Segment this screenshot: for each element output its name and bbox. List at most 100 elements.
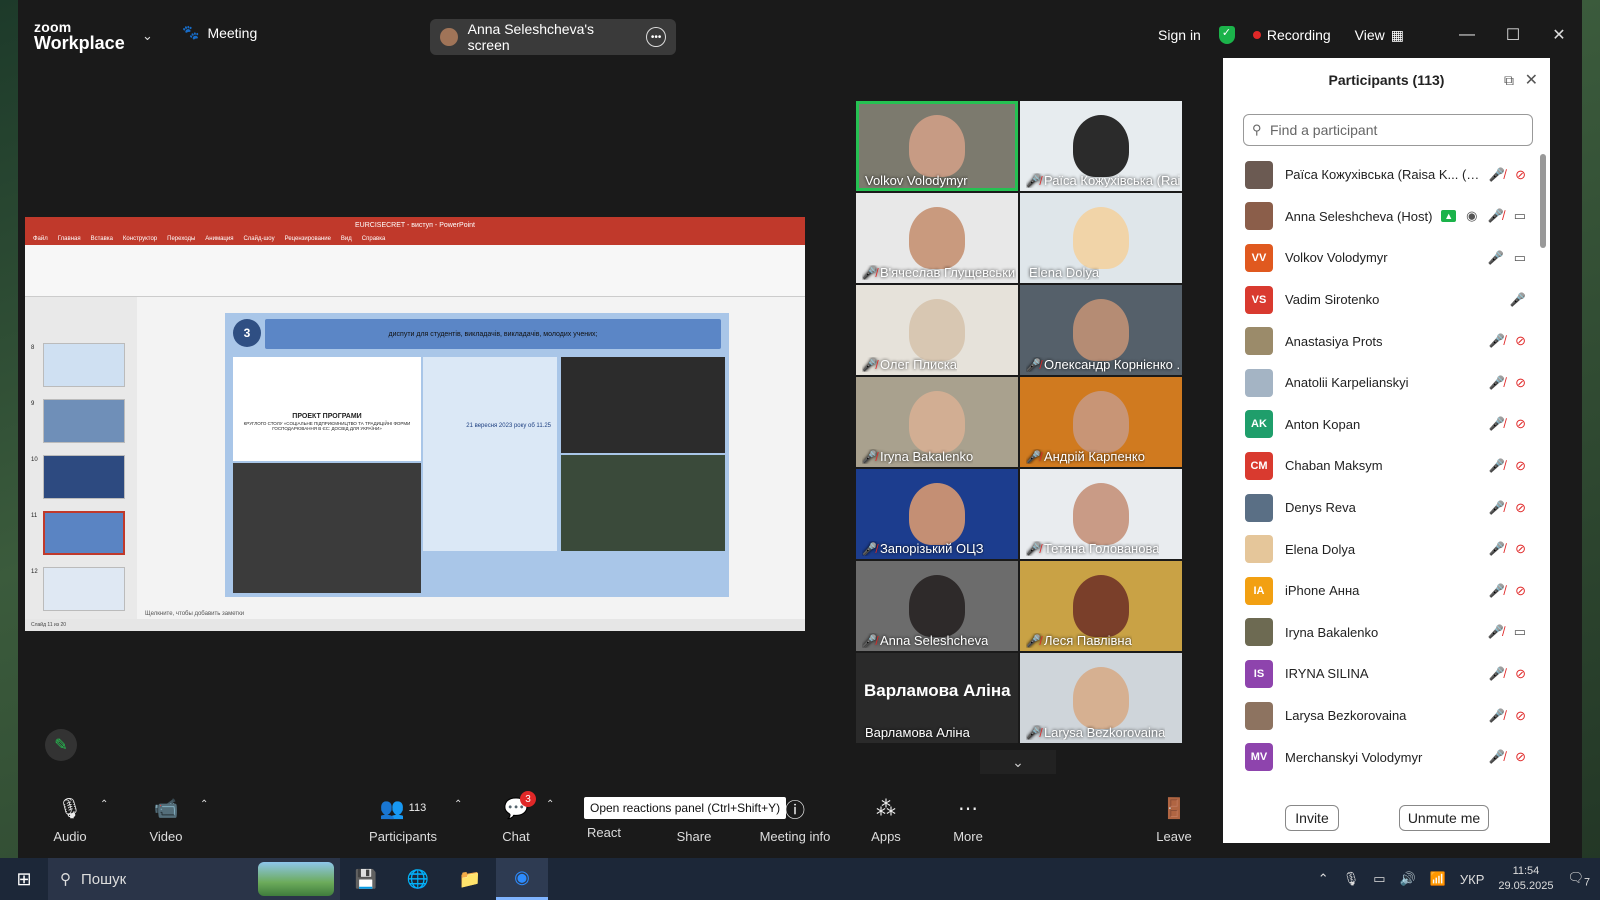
battery-icon[interactable]: ▭ [1373,871,1385,887]
video-tile[interactable]: 🎤̸ Раїса Кожухівська (Rai... [1020,101,1182,191]
participant-row[interactable]: Anna Seleshcheva (Host) ▲ ◉ 🎤̸ ▭ [1223,196,1550,238]
video-tile[interactable]: 🎤̸ Андрій Карпенко [1020,377,1182,467]
unmute-me-button[interactable]: Unmute me [1399,805,1489,831]
participant-row[interactable]: VV Volkov Volodymyr 🎤 ▭ [1223,237,1550,279]
video-tile[interactable]: 🎤̸ Запорізький ОЦЗ [856,469,1018,559]
participant-list[interactable]: Раїса Кожухівська (Raisa K... (Me) 🎤̸ ⊘ Ann… [1223,154,1550,786]
participant-row[interactable]: Larysa Bezkorovaina 🎤̸ ⊘ [1223,695,1550,737]
camera-off-icon: ⊘ [1515,374,1526,390]
maximize-icon[interactable]: ☐ [1490,25,1536,45]
chevron-down-icon[interactable]: ⌄ [980,750,1056,774]
participant-row[interactable]: Раїса Кожухівська (Raisa K... (Me) 🎤̸ ⊘ [1223,154,1550,196]
invite-button[interactable]: Invite [1285,805,1339,831]
participant-row[interactable]: Anatolii Karpelianskyi 🎤̸ ⊘ [1223,362,1550,404]
more-icon[interactable]: ••• [646,27,666,47]
shield-icon[interactable] [1218,26,1235,44]
wifi-icon[interactable]: 📶 [1430,871,1446,887]
mic-muted-icon: 🎤̸ [1488,166,1506,182]
shared-screen[interactable]: EURCISECRET - виступ - PowerPoint Файл Г… [25,217,805,631]
participant-status-icons: 🎤 [1510,292,1526,308]
participant-row[interactable]: MV Merchanskyi Volodymyr 🎤̸ ⊘ [1223,736,1550,778]
mic-icon: 🎤 [1509,291,1526,307]
clock[interactable]: 11:54 29.05.2025 [1498,864,1553,894]
notifications-icon[interactable]: 🗨7 [1567,870,1590,889]
pop-out-icon[interactable]: ⧉ [1504,72,1514,89]
participant-row[interactable]: IS IRYNA SILINA 🎤̸ ⊘ [1223,653,1550,695]
avatar [1245,618,1273,647]
recording-indicator[interactable]: Recording [1252,27,1331,43]
floppy-app-icon[interactable]: 💾 [340,858,392,900]
participant-name: Larysa Bezkorovaina [1285,708,1407,724]
avatar: IA [1245,576,1273,605]
language-indicator[interactable]: УКР [1460,872,1485,887]
tile-name: Андрій Карпенко [1043,449,1145,464]
video-tile[interactable]: Варламова Аліна Варламова Аліна [856,653,1018,743]
chat-button[interactable]: 💬 3 Chat [476,791,556,844]
chevron-up-icon[interactable]: ⌃ [454,799,462,810]
participants-panel: Participants (113) ⧉ ✕ ⚲ Find a particip… [1223,58,1550,843]
chevron-up-icon[interactable]: ⌃ [546,799,554,810]
ppt-tab: Справка [361,236,386,242]
apps-button[interactable]: ⁂ Apps [846,795,926,845]
more-button[interactable]: ⋯ More [928,795,1008,845]
zoom-app-icon[interactable]: ◉ [496,858,548,900]
participant-row[interactable]: Denys Reva 🎤̸ ⊘ [1223,487,1550,529]
video-tile[interactable]: 🎤̸ Леся Павлівна [1020,561,1182,651]
participant-status-icons: 🎤̸ ⊘ [1489,666,1526,682]
participants-button[interactable]: 👥 113 Participants [362,795,444,845]
sign-in-button[interactable]: Sign in [1158,27,1201,43]
volume-icon[interactable]: 🔊 [1400,871,1416,887]
tile-name: Леся Павлівна [1043,633,1132,648]
participant-row[interactable]: Iryna Bakalenko 🎤̸ ▭ [1223,612,1550,654]
close-icon[interactable]: ✕ [1536,25,1582,45]
leave-button[interactable]: 🚪 Leave [1134,795,1214,845]
video-tile[interactable]: 🎤̸ Larysa Bezkorovaina [1020,653,1182,743]
chevron-up-icon[interactable]: ⌃ [100,799,108,810]
participant-row[interactable]: IA iPhone Анна 🎤̸ ⊘ [1223,570,1550,612]
search-icon: ⚲ [60,871,71,888]
video-tile[interactable]: 🎤̸ Олександр Корнієнко ... [1020,285,1182,375]
video-tile[interactable]: 🎤̸ В'ячеслав Глущевськи... [856,193,1018,283]
ppt-tab: Вид [340,236,352,242]
annotate-pencil-icon[interactable]: ✎ [45,729,77,761]
react-button[interactable]: React [564,817,644,840]
video-tile[interactable]: 🎤̸ Iryna Bakalenko [856,377,1018,467]
scrollbar[interactable] [1540,154,1546,248]
screen-share-indicator[interactable]: Anna Seleshcheva's screen ••• [430,19,676,55]
audio-button[interactable]: 🎙 Audio [30,795,110,845]
chevron-up-icon[interactable]: ⌃ [200,799,208,810]
video-tile[interactable]: Elena Dolya [1020,193,1182,283]
clock-time: 11:54 [1512,865,1540,877]
video-tile[interactable]: 🎤̸ Anna Seleshcheva [856,561,1018,651]
minimize-icon[interactable]: — [1444,26,1490,44]
video-tile[interactable]: Volkov Volodymyr [856,101,1018,191]
mic-muted-icon: 🎤̸ [1488,707,1506,723]
thumb-number: 9 [31,401,35,407]
chevron-up-icon[interactable]: ⌃ [1318,871,1329,887]
participant-row[interactable]: VS Vadim Sirotenko 🎤 [1223,279,1550,321]
participant-name: Merchanskyi Volodymyr [1285,749,1423,765]
tile-display-name: Варламова Аліна [864,681,1011,700]
chrome-icon[interactable]: 🌐 [392,858,444,900]
recording-label: Recording [1266,27,1331,43]
view-button[interactable]: View ▦ [1355,27,1404,44]
microphone-icon[interactable]: 🎙 [1343,871,1360,887]
search-input[interactable]: ⚲ Find a participant [1243,114,1533,146]
windows-start-icon[interactable]: ⊞ [0,858,48,900]
photo-collage [561,455,725,551]
participant-name: iPhone Анна [1285,583,1360,599]
folder-icon[interactable]: 📁 [444,858,496,900]
camera-off-icon: ⊘ [1515,333,1526,349]
participant-row[interactable]: Anastasiya Prots 🎤̸ ⊘ [1223,320,1550,362]
chevron-down-icon[interactable]: ⌄ [142,28,153,44]
video-tile[interactable]: 🎤̸ Олег Плиска [856,285,1018,375]
participant-row[interactable]: AK Anton Kopan 🎤̸ ⊘ [1223,404,1550,446]
video-tile[interactable]: 🎤̸ Тетяна Голованова [1020,469,1182,559]
video-button[interactable]: 📹 Video [126,795,206,845]
participant-row[interactable]: Elena Dolya 🎤̸ ⊘ [1223,528,1550,570]
close-icon[interactable]: ✕ [1525,70,1538,90]
meeting-menu-button[interactable]: 🐾 Meeting [182,24,257,41]
participant-row[interactable]: CM Chaban Maksym 🎤̸ ⊘ [1223,445,1550,487]
taskbar-search[interactable]: ⚲ Пошук [48,858,340,900]
chat-label: Chat [502,829,530,844]
